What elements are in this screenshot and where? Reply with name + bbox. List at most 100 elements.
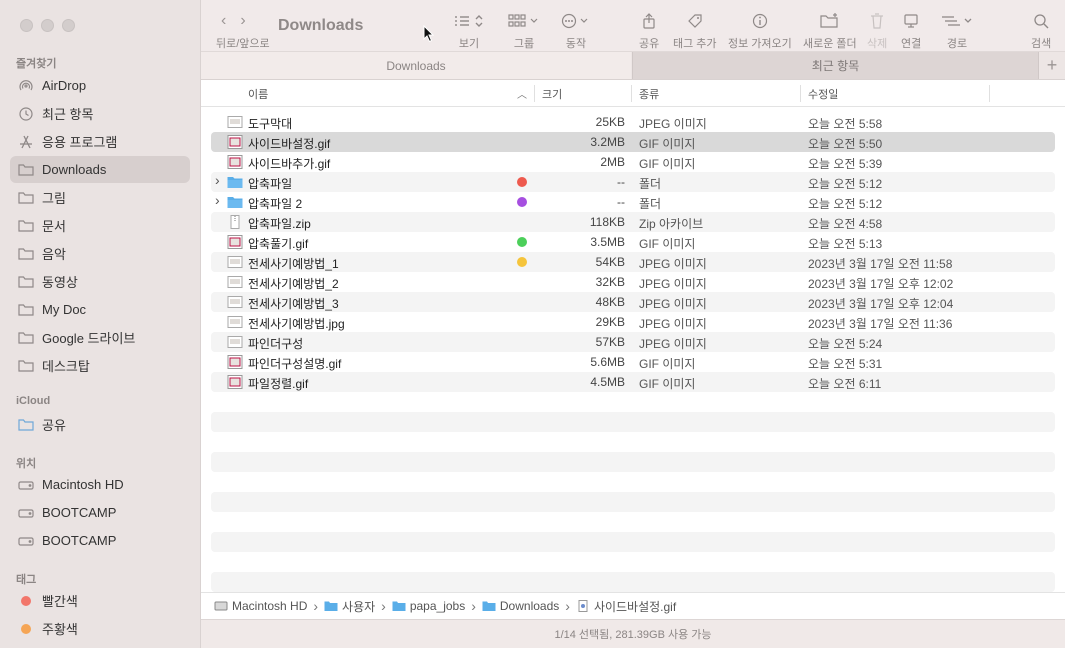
close-button[interactable] [20,19,33,32]
path-segment[interactable]: Downloads [482,599,559,613]
sidebar-item-5[interactable]: 문서 [10,212,190,239]
file-row[interactable]: 사이드바설정.gif 3.2MB GIF 이미지 오늘 오전 5:50 [211,132,1055,152]
file-row[interactable]: 전세사기예방법_2 32KB JPEG 이미지 2023년 3월 17일 오후 12:… [211,272,1055,292]
delete-button[interactable]: 삭제 [867,10,887,51]
sidebar-item-location-2[interactable]: BOOTCAMP [10,527,190,554]
sidebar-item-icloud-0[interactable]: 공유 [10,411,190,438]
disclosure-chevron-icon[interactable]: › [215,192,220,208]
column-kind[interactable]: 종류 [639,86,659,102]
sidebar-item-6[interactable]: 음악 [10,240,190,267]
path-segment[interactable]: 사이드바설정.gif [576,598,676,615]
file-tag-dot [517,237,527,247]
tab-downloads[interactable]: Downloads [201,52,631,79]
tab-bar: Downloads 최근 항목 + [201,52,1065,80]
file-tag-dot [517,197,527,207]
sidebar-section-icloud: iCloud [16,395,51,407]
action-button[interactable]: 동작 [561,10,591,51]
column-name[interactable]: 이름 [248,86,268,102]
file-row[interactable]: 사이드바추가.gif 2MB GIF 이미지 오늘 오전 5:39 [211,152,1055,172]
file-kind: GIF 이미지 [639,377,696,391]
sidebar-item-9[interactable]: Google 드라이브 [10,324,190,351]
sidebar-section-tags: 태그 [16,574,37,586]
back-arrow-icon[interactable]: ‹ [221,12,226,30]
file-size: 5.6MB [590,355,625,369]
sidebar-item-3[interactable]: Downloads [10,156,190,183]
empty-row [211,452,1055,472]
folder-icon [18,303,34,317]
group-button[interactable]: 그룹 [508,10,540,51]
file-tag-dot [517,177,527,187]
file-date: 오늘 오전 5:24 [808,337,883,351]
path-segment-label: Downloads [499,599,560,613]
file-row[interactable]: 파인더구성설명.gif 5.6MB GIF 이미지 오늘 오전 5:31 [211,352,1055,372]
new-tab-plus-icon[interactable]: + [1038,52,1065,79]
sidebar-item-1[interactable]: 최근 항목 [10,100,190,127]
empty-row [211,392,1055,412]
file-kind: 폴더 [639,177,662,191]
apps-icon [18,135,34,149]
path-button[interactable]: 경로 [941,10,973,51]
sidebar-item-7[interactable]: 동영상 [10,268,190,295]
file-row[interactable]: 전세사기예방법_3 48KB JPEG 이미지 2023년 3월 17일 오후 12:… [211,292,1055,312]
file-row[interactable]: 도구막대 25KB JPEG 이미지 오늘 오전 5:58 [211,112,1055,132]
file-row[interactable]: 압축파일.zip 118KB Zip 아카이브 오늘 오전 4:58 [211,212,1055,232]
share-button[interactable]: 공유 [639,10,659,51]
tab-recents[interactable]: 최근 항목 [632,52,1038,79]
path-segment-label: papa_jobs [409,599,466,613]
column-date[interactable]: 수정일 [808,86,838,102]
file-kind: JPEG 이미지 [639,317,707,331]
minimize-button[interactable] [41,19,54,32]
sidebar-tag-1[interactable]: 주황색 [10,615,190,642]
file-date: 오늘 오전 5:12 [808,177,883,191]
file-name: 전세사기예방법.jpg [248,317,345,331]
sidebar-item-8[interactable]: My Doc [10,296,190,323]
view-button[interactable]: 보기 [454,10,484,51]
file-row[interactable]: 전세사기예방법.jpg 29KB JPEG 이미지 2023년 3월 17일 오전 1… [211,312,1055,332]
sidebar-item-location-1[interactable]: BOOTCAMP [10,499,190,526]
file-size: 29KB [595,315,625,329]
file-size: 57KB [595,335,625,349]
folder-icon [482,601,496,611]
path-segment-label: Macintosh HD [232,599,308,613]
file-row[interactable]: › 압축파일 2 -- 폴더 오늘 오전 5:12 [211,192,1055,212]
tag-icon [687,10,703,32]
disclosure-chevron-icon[interactable]: › [215,172,220,188]
sidebar-item-label: Downloads [42,162,107,177]
sidebar-item-4[interactable]: 그림 [10,184,190,211]
sidebar-item-label: My Doc [42,302,87,317]
column-size[interactable]: 크기 [542,86,562,102]
file-row[interactable]: 전세사기예방법_1 54KB JPEG 이미지 2023년 3월 17일 오전 11:… [211,252,1055,272]
sidebar-item-2[interactable]: 응용 프로그램 [10,128,190,155]
file-row[interactable]: › 압축파일 -- 폴더 오늘 오전 5:12 [211,172,1055,192]
search-button[interactable]: 검색 [1031,10,1051,51]
sidebar-item-10[interactable]: 데스크탑 [10,352,190,379]
file-kind: Zip 아카이브 [639,217,704,231]
path-segment[interactable]: Macintosh HD [214,599,307,613]
file-date: 2023년 3월 17일 오전 11:58 [808,257,953,271]
new-folder-icon [820,10,840,32]
file-row[interactable]: 압축풀기.gif 3.5MB GIF 이미지 오늘 오전 5:13 [211,232,1055,252]
sidebar: 즐겨찾기 iCloud 위치 태그 AirDrop 최근 항목 응용 프로그램 Dow… [0,0,201,648]
zoom-button[interactable] [62,19,75,32]
file-row[interactable]: 파일정렬.gif 4.5MB GIF 이미지 오늘 오전 6:11 [211,372,1055,392]
folder-icon [392,601,406,611]
sidebar-item-0[interactable]: AirDrop [10,72,190,99]
add-tag-button[interactable]: 태그 추가 [673,10,717,51]
file-size: -- [617,175,625,189]
file-kind: GIF 이미지 [639,137,696,151]
sidebar-tag-0[interactable]: 빨간색 [10,587,190,614]
empty-row [211,472,1055,492]
folder-icon [324,601,338,611]
file-row[interactable]: 파인더구성 57KB JPEG 이미지 오늘 오전 5:24 [211,332,1055,352]
file-size: 32KB [595,275,625,289]
path-chevron-icon: › [471,598,476,614]
file-name: 압축풀기.gif [248,237,309,251]
sidebar-item-location-0[interactable]: Macintosh HD [10,471,190,498]
path-segment[interactable]: papa_jobs [392,599,465,613]
forward-arrow-icon[interactable]: › [240,12,245,30]
connect-button[interactable]: 연결 [901,10,921,51]
get-info-button[interactable]: 정보 가져오기 [728,10,792,51]
new-folder-button[interactable]: 새로운 폴더 [803,10,857,51]
path-segment[interactable]: 사용자 [324,598,375,615]
disk-icon [18,534,34,548]
